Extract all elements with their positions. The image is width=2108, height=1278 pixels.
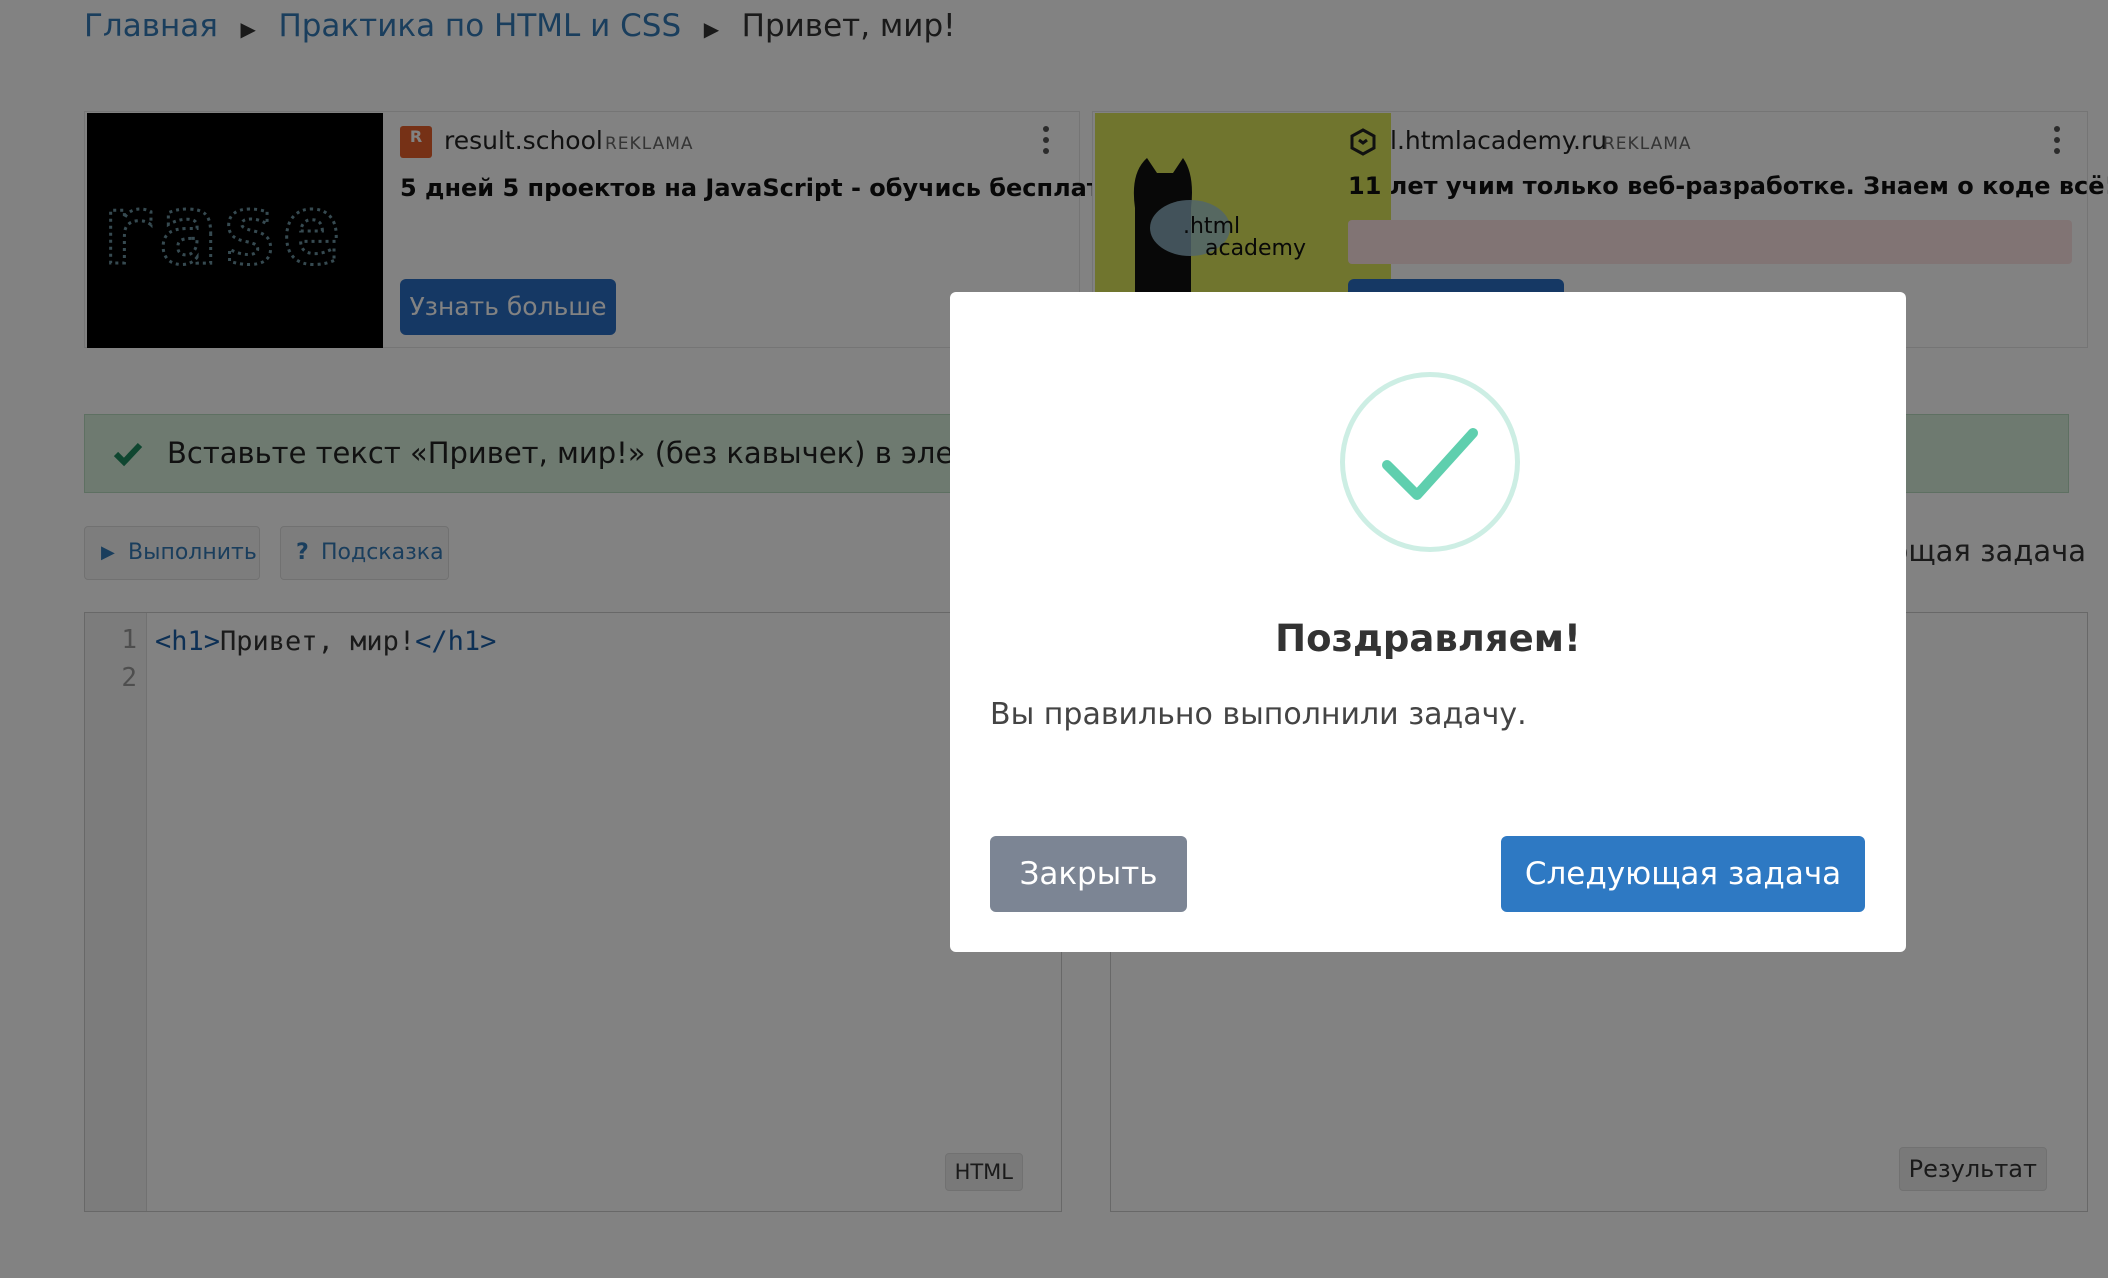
close-button[interactable]: Закрыть	[990, 836, 1187, 912]
modal-message: Вы правильно выполнили задачу.	[990, 697, 1527, 732]
success-modal: Поздравляем! Вы правильно выполнили зада…	[950, 292, 1906, 952]
modal-title: Поздравляем!	[1275, 617, 1581, 660]
success-check-icon	[1340, 372, 1520, 552]
next-task-button[interactable]: Следующая задача	[1501, 836, 1865, 912]
